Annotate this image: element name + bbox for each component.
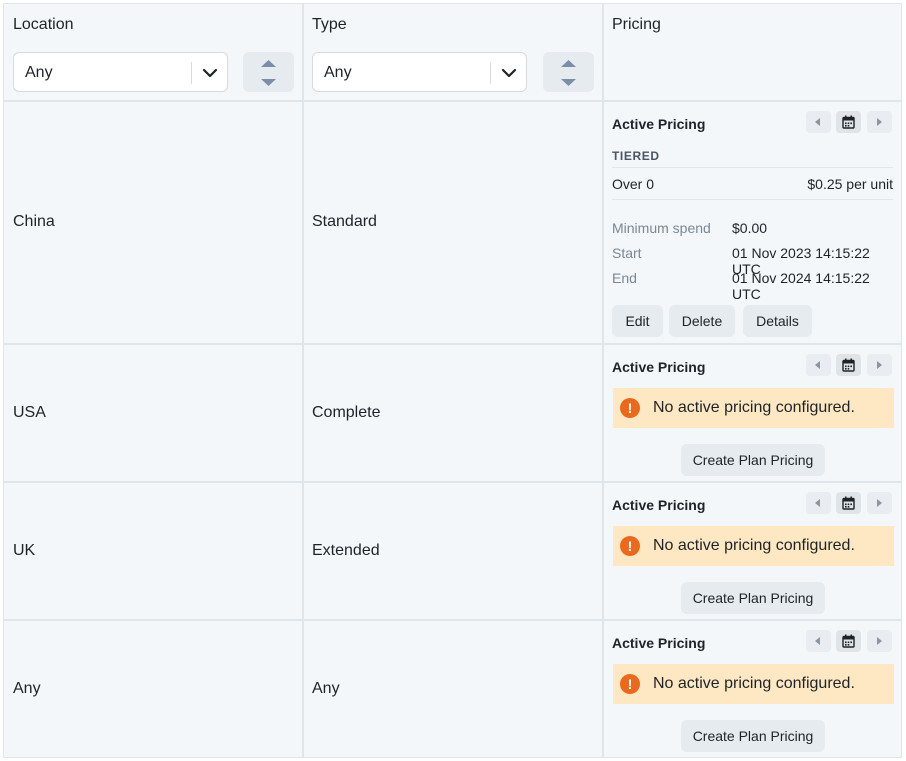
active-pricing-title: Active Pricing [612,497,706,513]
no-pricing-warning: ! No active pricing configured. [613,664,894,704]
calendar-icon [842,496,855,510]
active-pricing-title: Active Pricing [612,359,706,375]
min-spend-value: $0.00 [732,220,768,236]
start-label: Start [612,245,642,261]
exclamation-icon: ! [620,536,640,556]
tier-price: $0.25 per unit [807,176,893,192]
warning-message: No active pricing configured. [653,675,855,692]
caret-left-icon [815,118,820,126]
calendar-button[interactable] [836,492,861,514]
no-pricing-warning: ! No active pricing configured. [613,526,894,566]
pricing-model-label: TIERED [612,149,660,163]
end-value: 01 Nov 2024 14:15:22 UTC [732,270,870,302]
exclamation-icon: ! [620,674,640,694]
caret-left-icon [815,637,820,645]
end-label: End [612,270,637,286]
type-filter-value: Any [324,64,352,81]
row-location: UK [13,542,36,559]
header-type-cell: Type Any [304,4,602,100]
pricing-header: Pricing [612,16,661,33]
row-type: Standard [312,213,377,230]
calendar-button[interactable] [836,354,861,376]
next-button[interactable] [867,354,892,376]
location-header: Location [13,16,74,33]
calendar-icon [842,634,855,648]
divider [612,167,893,168]
create-plan-pricing-button[interactable]: Create Plan Pricing [681,444,825,476]
caret-right-icon [877,118,882,126]
next-button[interactable] [867,111,892,133]
chevron-down-icon [202,68,218,78]
prev-button[interactable] [806,492,831,514]
select-separator [490,62,491,84]
active-pricing-title: Active Pricing [612,116,706,132]
delete-button[interactable]: Delete [669,305,735,337]
pricing-cell: Active Pricing ! No active pricing confi… [604,621,901,757]
row-location: USA [13,404,46,421]
row-location: China [13,213,55,230]
sort-icon [561,60,576,86]
create-plan-pricing-button[interactable]: Create Plan Pricing [681,720,825,752]
caret-left-icon [815,361,820,369]
prev-button[interactable] [806,354,831,376]
header-pricing-cell: Pricing [604,4,901,100]
divider [612,199,893,200]
row-type: Extended [312,542,380,559]
calendar-icon [842,115,855,129]
next-button[interactable] [867,630,892,652]
caret-right-icon [877,499,882,507]
row-type: Any [312,680,340,697]
calendar-button[interactable] [836,111,861,133]
warning-message: No active pricing configured. [653,537,855,554]
row-type: Complete [312,404,381,421]
pricing-cell: Active Pricing ! No active pricing confi… [604,483,901,619]
pricing-cell: Active Pricing ! No active pricing confi… [604,345,901,481]
pricing-table: Location Any Type Any Pricing China Stan… [3,3,902,758]
edit-button[interactable]: Edit [612,305,663,337]
caret-right-icon [877,637,882,645]
column-divider [302,4,304,757]
calendar-icon [842,358,855,372]
caret-right-icon [877,361,882,369]
header-location-cell: Location Any [4,4,302,100]
sort-icon [261,60,276,86]
chevron-down-icon [501,68,517,78]
active-pricing-title: Active Pricing [612,635,706,651]
type-sort-button[interactable] [543,52,594,92]
type-filter-select[interactable]: Any [312,52,527,92]
caret-left-icon [815,499,820,507]
select-separator [191,62,192,84]
create-plan-pricing-button[interactable]: Create Plan Pricing [681,582,825,614]
calendar-button[interactable] [836,630,861,652]
tier-label: Over 0 [612,176,655,192]
type-header: Type [312,16,347,33]
exclamation-icon: ! [620,398,640,418]
row-location: Any [13,680,41,697]
location-filter-select[interactable]: Any [13,52,228,92]
no-pricing-warning: ! No active pricing configured. [613,388,894,428]
location-sort-button[interactable] [243,52,294,92]
prev-button[interactable] [806,111,831,133]
warning-message: No active pricing configured. [653,399,855,416]
pricing-cell: Active Pricing TIERED Over 0 $0.25 per u… [604,102,901,343]
prev-button[interactable] [806,630,831,652]
details-button[interactable]: Details [743,305,812,337]
next-button[interactable] [867,492,892,514]
min-spend-label: Minimum spend [612,220,711,236]
location-filter-value: Any [25,64,53,81]
